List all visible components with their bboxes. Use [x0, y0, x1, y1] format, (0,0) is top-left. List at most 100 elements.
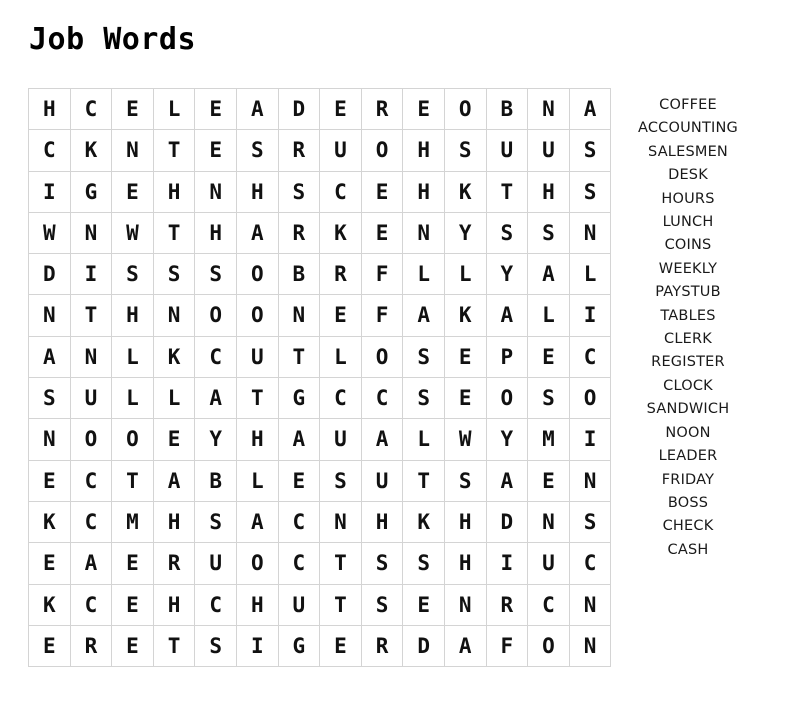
- grid-cell[interactable]: E: [443, 335, 487, 379]
- grid-cell[interactable]: S: [527, 377, 570, 420]
- grid-cell[interactable]: K: [319, 211, 362, 255]
- word-list-item[interactable]: BOSS: [618, 492, 758, 515]
- grid-cell[interactable]: T: [319, 583, 362, 626]
- grid-cell[interactable]: L: [111, 377, 154, 420]
- grid-cell[interactable]: K: [152, 335, 196, 379]
- grid-cell[interactable]: L: [152, 377, 196, 420]
- grid-cell[interactable]: L: [235, 459, 279, 502]
- grid-cell[interactable]: O: [443, 87, 487, 131]
- grid-cell[interactable]: E: [28, 542, 71, 585]
- grid-cell[interactable]: I: [485, 542, 529, 585]
- grid-cell[interactable]: U: [485, 129, 529, 172]
- grid-cell[interactable]: U: [527, 542, 570, 585]
- word-list-item[interactable]: COFFEE: [618, 94, 758, 117]
- grid-cell[interactable]: S: [568, 500, 612, 544]
- grid-cell[interactable]: H: [28, 87, 71, 131]
- grid-cell[interactable]: O: [194, 294, 237, 337]
- grid-cell[interactable]: N: [277, 294, 321, 337]
- word-list-item[interactable]: SALESMEN: [618, 141, 758, 164]
- grid-cell[interactable]: A: [402, 294, 445, 337]
- grid-cell[interactable]: N: [319, 500, 362, 544]
- grid-cell[interactable]: B: [194, 459, 237, 502]
- grid-cell[interactable]: E: [111, 624, 154, 668]
- grid-cell[interactable]: E: [443, 377, 487, 420]
- grid-cell[interactable]: E: [194, 87, 237, 131]
- grid-cell[interactable]: S: [485, 211, 529, 255]
- grid-cell[interactable]: L: [443, 253, 487, 296]
- grid-cell[interactable]: D: [28, 253, 71, 296]
- grid-cell[interactable]: K: [69, 129, 113, 172]
- grid-cell[interactable]: N: [69, 335, 113, 379]
- grid-cell[interactable]: T: [485, 170, 529, 213]
- grid-cell[interactable]: G: [277, 377, 321, 420]
- grid-cell[interactable]: N: [443, 583, 487, 626]
- grid-cell[interactable]: C: [319, 170, 362, 213]
- grid-cell[interactable]: B: [277, 253, 321, 296]
- grid-cell[interactable]: R: [319, 253, 362, 296]
- grid-cell[interactable]: D: [485, 500, 529, 544]
- grid-cell[interactable]: L: [402, 253, 445, 296]
- grid-cell[interactable]: O: [568, 377, 612, 420]
- grid-cell[interactable]: R: [277, 129, 321, 172]
- grid-cell[interactable]: L: [527, 294, 570, 337]
- grid-cell[interactable]: E: [402, 583, 445, 626]
- grid-cell[interactable]: C: [69, 459, 113, 502]
- grid-cell[interactable]: T: [152, 211, 196, 255]
- grid-cell[interactable]: S: [402, 335, 445, 379]
- grid-cell[interactable]: A: [235, 87, 279, 131]
- grid-cell[interactable]: G: [69, 170, 113, 213]
- grid-cell[interactable]: H: [402, 170, 445, 213]
- grid-cell[interactable]: A: [443, 624, 487, 668]
- grid-cell[interactable]: H: [235, 170, 279, 213]
- word-list-item[interactable]: COINS: [618, 234, 758, 257]
- grid-cell[interactable]: G: [277, 624, 321, 668]
- grid-cell[interactable]: N: [111, 129, 154, 172]
- grid-cell[interactable]: N: [527, 500, 570, 544]
- grid-cell[interactable]: S: [194, 624, 237, 668]
- grid-cell[interactable]: C: [194, 583, 237, 626]
- grid-cell[interactable]: U: [360, 459, 404, 502]
- grid-cell[interactable]: C: [194, 335, 237, 379]
- grid-cell[interactable]: N: [194, 170, 237, 213]
- grid-cell[interactable]: S: [402, 542, 445, 585]
- grid-cell[interactable]: H: [152, 583, 196, 626]
- grid-cell[interactable]: E: [319, 87, 362, 131]
- grid-cell[interactable]: U: [277, 583, 321, 626]
- grid-cell[interactable]: E: [527, 459, 570, 502]
- grid-cell[interactable]: E: [527, 335, 570, 379]
- grid-cell[interactable]: H: [402, 129, 445, 172]
- grid-cell[interactable]: T: [402, 459, 445, 502]
- grid-cell[interactable]: H: [235, 583, 279, 626]
- grid-cell[interactable]: U: [235, 335, 279, 379]
- grid-cell[interactable]: A: [152, 459, 196, 502]
- grid-cell[interactable]: H: [152, 500, 196, 544]
- grid-cell[interactable]: C: [69, 87, 113, 131]
- grid-cell[interactable]: S: [360, 583, 404, 626]
- grid-cell[interactable]: E: [360, 170, 404, 213]
- grid-cell[interactable]: S: [235, 129, 279, 172]
- grid-cell[interactable]: E: [194, 129, 237, 172]
- grid-cell[interactable]: W: [28, 211, 71, 255]
- grid-cell[interactable]: A: [28, 335, 71, 379]
- grid-cell[interactable]: S: [28, 377, 71, 420]
- grid-cell[interactable]: C: [277, 500, 321, 544]
- grid-cell[interactable]: S: [277, 170, 321, 213]
- grid-cell[interactable]: L: [152, 87, 196, 131]
- grid-cell[interactable]: H: [152, 170, 196, 213]
- word-list-item[interactable]: CLOCK: [618, 375, 758, 398]
- grid-cell[interactable]: T: [111, 459, 154, 502]
- grid-cell[interactable]: S: [527, 211, 570, 255]
- grid-cell[interactable]: E: [28, 459, 71, 502]
- grid-cell[interactable]: E: [319, 624, 362, 668]
- grid-cell[interactable]: W: [443, 418, 487, 461]
- grid-cell[interactable]: A: [485, 294, 529, 337]
- grid-cell[interactable]: P: [485, 335, 529, 379]
- grid-cell[interactable]: M: [111, 500, 154, 544]
- grid-cell[interactable]: E: [111, 87, 154, 131]
- grid-cell[interactable]: H: [360, 500, 404, 544]
- grid-cell[interactable]: O: [235, 253, 279, 296]
- grid-cell[interactable]: R: [69, 624, 113, 668]
- grid-cell[interactable]: A: [69, 542, 113, 585]
- grid-cell[interactable]: T: [235, 377, 279, 420]
- grid-cell[interactable]: C: [527, 583, 570, 626]
